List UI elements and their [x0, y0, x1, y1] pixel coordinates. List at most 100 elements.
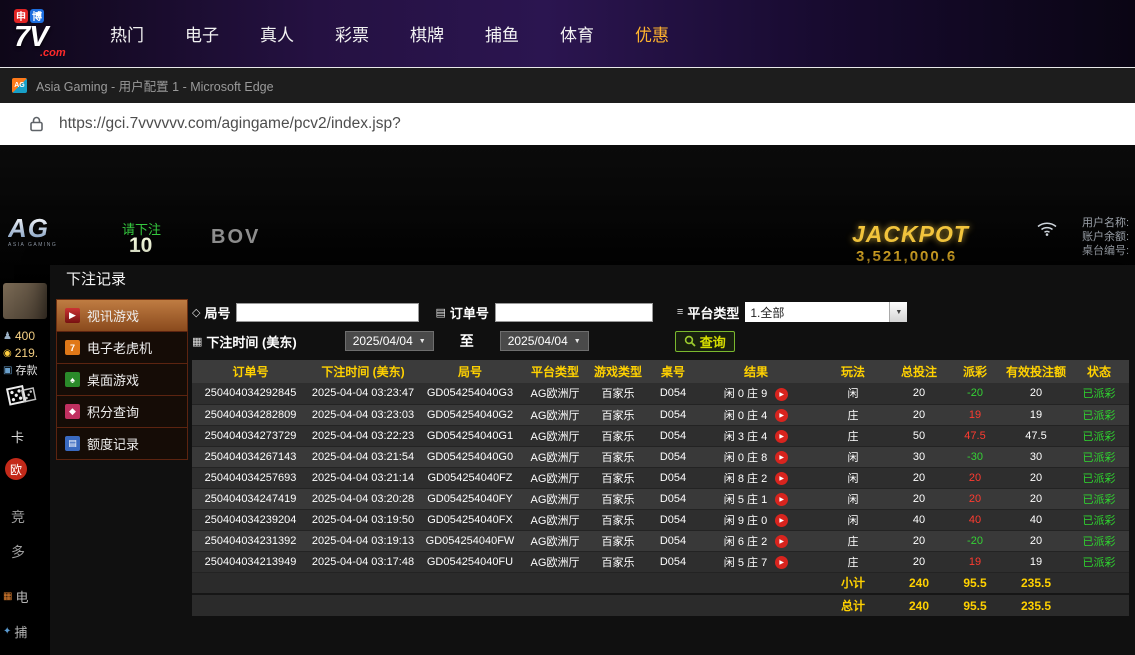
nav-item-捕鱼[interactable]: 捕鱼	[485, 21, 519, 46]
result-text: 闲 6 庄 2	[723, 535, 768, 548]
slot-machine-icon: 7	[65, 340, 80, 355]
col-header: 状态	[1069, 360, 1129, 383]
modal-sidebar: ▶ 视讯游戏 7 电子老虎机 ♠ 桌面游戏 ◆ 积分查询 ▤ 额度记录	[56, 299, 188, 460]
result-text: 闲 0 庄 9	[723, 388, 768, 401]
rail-item-4[interactable]: 欧	[5, 458, 27, 480]
nav-items: 热门 电子 真人 彩票 棋牌 捕鱼 体育 优惠	[110, 21, 669, 46]
col-header: 桌号	[649, 360, 697, 383]
col-header: 平台类型	[523, 360, 587, 383]
screen: 申 博 7V .com 热门 电子 真人 彩票 棋牌 捕鱼 体育 优惠 AG Asia Gam…	[0, 0, 1135, 655]
people-icon: ♟	[3, 330, 12, 342]
table-row: 250404034292845 2025-04-04 03:23:47 GD0542…	[192, 383, 1129, 405]
result-text: 闲 0 庄 8	[723, 451, 768, 464]
round-label: ◇ 局号	[192, 303, 230, 322]
magnifier-icon	[684, 335, 696, 347]
url-text[interactable]: https://gci.7vvvvvv.com/agingame/pcv2/in…	[59, 115, 401, 133]
replay-icon[interactable]: ▶	[775, 493, 789, 507]
nav-item-电子[interactable]: 电子	[185, 21, 219, 46]
list-icon: ≡	[676, 306, 684, 318]
order-input[interactable]	[494, 302, 653, 322]
points-query-icon: ◆	[65, 404, 80, 419]
col-header: 结果	[697, 360, 815, 383]
sidebar-item-额度记录[interactable]: ▤ 额度记录	[56, 427, 188, 460]
bet-time-label: ▦ 下注时间 (美东)	[192, 332, 297, 351]
replay-icon[interactable]: ▶	[775, 451, 789, 465]
date-from-value: 2025/04/04	[352, 334, 413, 348]
subtotal-row: 小计 240 95.5 235.5	[192, 572, 1129, 594]
modal-content: ▶ 视讯游戏 7 电子老虎机 ♠ 桌面游戏 ◆ 积分查询 ▤ 额度记录 ◇ 局号 ▤ 订单号	[50, 295, 1135, 655]
status-badge: 已派彩	[1069, 509, 1129, 531]
window-title: Asia Gaming - 用户配置 1 - Microsoft Edge	[36, 80, 274, 94]
replay-icon[interactable]: ▶	[775, 387, 789, 401]
avatar[interactable]	[3, 283, 47, 319]
status-badge: 已派彩	[1069, 488, 1129, 510]
replay-icon[interactable]: ▶	[775, 430, 789, 444]
nav-item-真人[interactable]: 真人	[260, 21, 294, 46]
order-label-text: 订单号	[449, 305, 489, 321]
status-badge: 已派彩	[1069, 530, 1129, 552]
table-row: 250404034273729 2025-04-04 03:22:23 GD0542…	[192, 425, 1129, 447]
sidebar-item-label: 电子老虎机	[87, 341, 153, 356]
fish-icon: ✦	[3, 626, 12, 637]
search-button[interactable]: 查询	[674, 330, 735, 352]
records-panel: ◇ 局号 ▤ 订单号 ≡ 平台类型 1.全部 ▼ ▦ 下注时间 (美东) 202…	[192, 300, 1129, 616]
sidebar-item-视讯游戏[interactable]: ▶ 视讯游戏	[56, 299, 188, 332]
sidebar-item-桌面游戏[interactable]: ♠ 桌面游戏	[56, 363, 188, 396]
platform-type-label: ≡ 平台类型	[677, 303, 739, 322]
rail-item-label: 存款	[15, 365, 38, 377]
nav-item-棋牌[interactable]: 棋牌	[410, 21, 444, 46]
site-logo[interactable]: 申 博 7V .com	[14, 8, 96, 59]
replay-icon[interactable]: ▶	[775, 535, 789, 549]
rail-item-7[interactable]: ▦ 电	[3, 587, 28, 606]
round-label-text: 局号	[204, 305, 231, 321]
bet-records-modal: 下注记录 ▶ 视讯游戏 7 电子老虎机 ♠ 桌面游戏 ◆ 积分查询 ▤ 额度记录 ◇ 局号 ▤ 订…	[50, 265, 1135, 655]
browser-title-bar: AG Asia Gaming - 用户配置 1 - Microsoft Edge	[0, 67, 1135, 103]
address-bar[interactable]: https://gci.7vvvvvv.com/agingame/pcv2/in…	[0, 103, 1135, 145]
bet-table: 订单号 下注时间 (美东) 局号 平台类型 游戏类型 桌号 结果 玩法 总投注 派彩 有效投注额 状态…	[192, 360, 1129, 616]
replay-icon[interactable]: ▶	[775, 556, 789, 570]
replay-icon[interactable]: ▶	[775, 409, 789, 423]
rail-item-5[interactable]: 竞	[11, 507, 25, 527]
result-text: 闲 8 庄 2	[723, 472, 768, 485]
rail-item-8[interactable]: ✦ 捕	[3, 622, 27, 641]
table-name-label: BOV	[211, 226, 261, 248]
round-input[interactable]	[236, 302, 420, 322]
logo-suffix: .com	[40, 46, 66, 59]
replay-icon[interactable]: ▶	[775, 472, 789, 486]
sidebar-item-积分查询[interactable]: ◆ 积分查询	[56, 395, 188, 428]
sidebar-item-label: 桌面游戏	[87, 373, 140, 388]
nav-item-体育[interactable]: 体育	[560, 21, 594, 46]
filter-row-1: ◇ 局号 ▤ 订单号 ≡ 平台类型 1.全部 ▼	[192, 300, 1129, 324]
user-info-line: 用户名称:	[1082, 217, 1130, 229]
status-badge: 已派彩	[1069, 467, 1129, 489]
date-to-value: 2025/04/04	[507, 334, 568, 348]
countdown-timer: 10	[129, 234, 153, 257]
user-info-line: 桌台编号:	[1082, 245, 1130, 257]
date-to-picker[interactable]: 2025/04/04 ▼	[499, 331, 589, 351]
replay-icon[interactable]: ▶	[775, 514, 789, 528]
order-label: ▤ 订单号	[435, 303, 488, 322]
date-from-picker[interactable]: 2025/04/04 ▼	[344, 331, 434, 351]
rail-item-6[interactable]: 多	[11, 542, 25, 562]
user-info: 用户名称: 账户余额: 桌台编号:	[1082, 216, 1129, 258]
rail-item-label: 卡	[11, 430, 25, 445]
jackpot-label: JACKPOT	[852, 221, 969, 247]
col-header: 玩法	[815, 360, 891, 383]
rail-item-0[interactable]: ♟ 400	[3, 329, 35, 343]
user-info-line: 账户余额:	[1082, 231, 1130, 243]
rail-item-1[interactable]: ◉ 219.	[3, 346, 38, 360]
rail-item-3[interactable]: 卡	[11, 427, 24, 446]
rail-item-2[interactable]: ▣ 存款	[3, 362, 37, 378]
platform-label-text: 平台类型	[687, 305, 740, 321]
nav-item-彩票[interactable]: 彩票	[335, 21, 369, 46]
result-text: 闲 5 庄 7	[723, 556, 768, 569]
lock-icon	[30, 116, 43, 132]
nav-item-热门[interactable]: 热门	[110, 21, 144, 46]
nav-item-优惠[interactable]: 优惠	[635, 21, 669, 46]
sidebar-item-电子老虎机[interactable]: 7 电子老虎机	[56, 331, 188, 364]
col-header: 总投注	[891, 360, 947, 383]
platform-select[interactable]: 1.全部 ▼	[745, 302, 908, 322]
video-game-icon: ▶	[65, 308, 80, 323]
rail-item-label: 219.	[14, 346, 39, 360]
left-rail: ⚄⚂ ♟ 400 ◉ 219. ▣ 存款卡欧竞多 ▦ 电 ✦ 捕	[0, 145, 50, 655]
